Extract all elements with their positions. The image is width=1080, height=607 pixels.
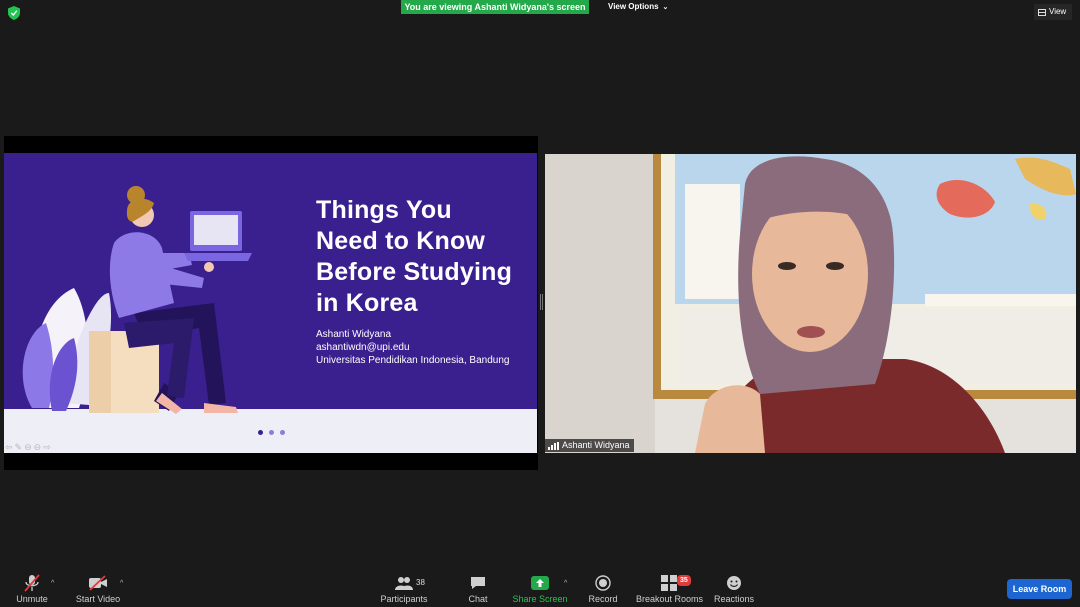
audio-options-caret[interactable]: ^: [51, 580, 54, 587]
participants-label: Participants: [380, 594, 428, 604]
reactions-smiley-icon: [714, 573, 754, 593]
record-button[interactable]: Record: [586, 573, 620, 604]
slide-author: Ashanti Widyana: [316, 329, 392, 340]
unmute-button[interactable]: Unmute: [14, 573, 50, 604]
view-button-label: View: [1049, 7, 1067, 16]
video-options-caret[interactable]: ^: [120, 580, 123, 587]
start-video-label: Start Video: [75, 594, 121, 604]
slide-title-line-1: Things You: [316, 196, 452, 224]
encryption-shield-icon[interactable]: [8, 6, 20, 20]
start-video-button[interactable]: Start Video: [74, 573, 122, 604]
participant-video: [545, 154, 1076, 453]
prev-slide-icon[interactable]: ⇦: [5, 442, 13, 453]
gallery-view-icon: [1038, 8, 1046, 16]
muted-microphone-icon: [14, 573, 50, 593]
participants-count: 38: [416, 578, 425, 587]
chevron-down-icon: ⌄: [662, 4, 669, 11]
breakout-rooms-label: Breakout Rooms: [636, 594, 704, 604]
signal-strength-icon: [548, 441, 559, 450]
participant-name-tag: Ashanti Widyana: [545, 439, 634, 452]
presentation-slide: Things You Need to Know Before Studying …: [4, 153, 537, 453]
leave-room-button[interactable]: Leave Room: [1007, 579, 1072, 599]
slide-email: ashantiwdn@upi.edu: [316, 342, 410, 353]
slide-navigation-tools: ⇦ ✎ ⊖ ⊖ ⇨: [5, 442, 51, 453]
slide-institution: Universitas Pendidikan Indonesia, Bandun…: [316, 355, 510, 366]
share-screen-button[interactable]: Share Screen: [512, 573, 568, 604]
slide-pagination-dots: [258, 430, 285, 435]
slide-title-line-4: in Korea: [316, 289, 418, 317]
slide-title-line-2: Need to Know: [316, 227, 486, 255]
breakout-rooms-button[interactable]: Breakout Rooms: [636, 573, 704, 604]
slide-dot: [269, 430, 274, 435]
pen-icon[interactable]: ✎: [15, 442, 23, 453]
record-icon: [586, 573, 620, 593]
breakout-rooms-badge: 35: [677, 575, 691, 586]
slide-dot: [258, 430, 263, 435]
chat-button[interactable]: Chat: [462, 573, 494, 604]
slide-title: Things You Need to Know Before Studying …: [316, 195, 526, 319]
unmute-label: Unmute: [16, 594, 48, 604]
reactions-button[interactable]: Reactions: [714, 573, 754, 604]
meeting-toolbar: Unmute ^ Start Video ^ Participants 38 C…: [0, 569, 1080, 607]
chat-bubble-icon: [462, 573, 494, 593]
breakout-rooms-icon: [636, 573, 702, 593]
participant-video-image: [545, 154, 1076, 453]
slide-title-line-3: Before Studying: [316, 258, 513, 286]
share-screen-icon: [512, 573, 568, 593]
zoom-in-icon[interactable]: ⊖: [34, 442, 42, 453]
next-slide-icon[interactable]: ⇨: [43, 442, 51, 453]
chat-label: Chat: [468, 594, 488, 604]
viewing-screen-banner: You are viewing Ashanti Widyana's screen: [401, 0, 589, 14]
slide-author-info: Ashanti Widyana ashantiwdn@upi.edu Unive…: [316, 328, 509, 367]
view-options-label: View Options: [608, 2, 659, 11]
view-button[interactable]: View: [1034, 4, 1072, 20]
split-resize-handle[interactable]: [540, 294, 543, 310]
record-label: Record: [588, 594, 618, 604]
view-options-menu[interactable]: View Options ⌄: [600, 0, 676, 14]
zoom-out-icon[interactable]: ⊖: [24, 442, 32, 453]
participant-name: Ashanti Widyana: [562, 440, 630, 450]
share-screen-label: Share Screen: [512, 594, 568, 604]
share-options-caret[interactable]: ^: [564, 580, 567, 587]
video-off-icon: [74, 573, 122, 593]
reactions-label: Reactions: [714, 594, 755, 604]
slide-dot: [280, 430, 285, 435]
